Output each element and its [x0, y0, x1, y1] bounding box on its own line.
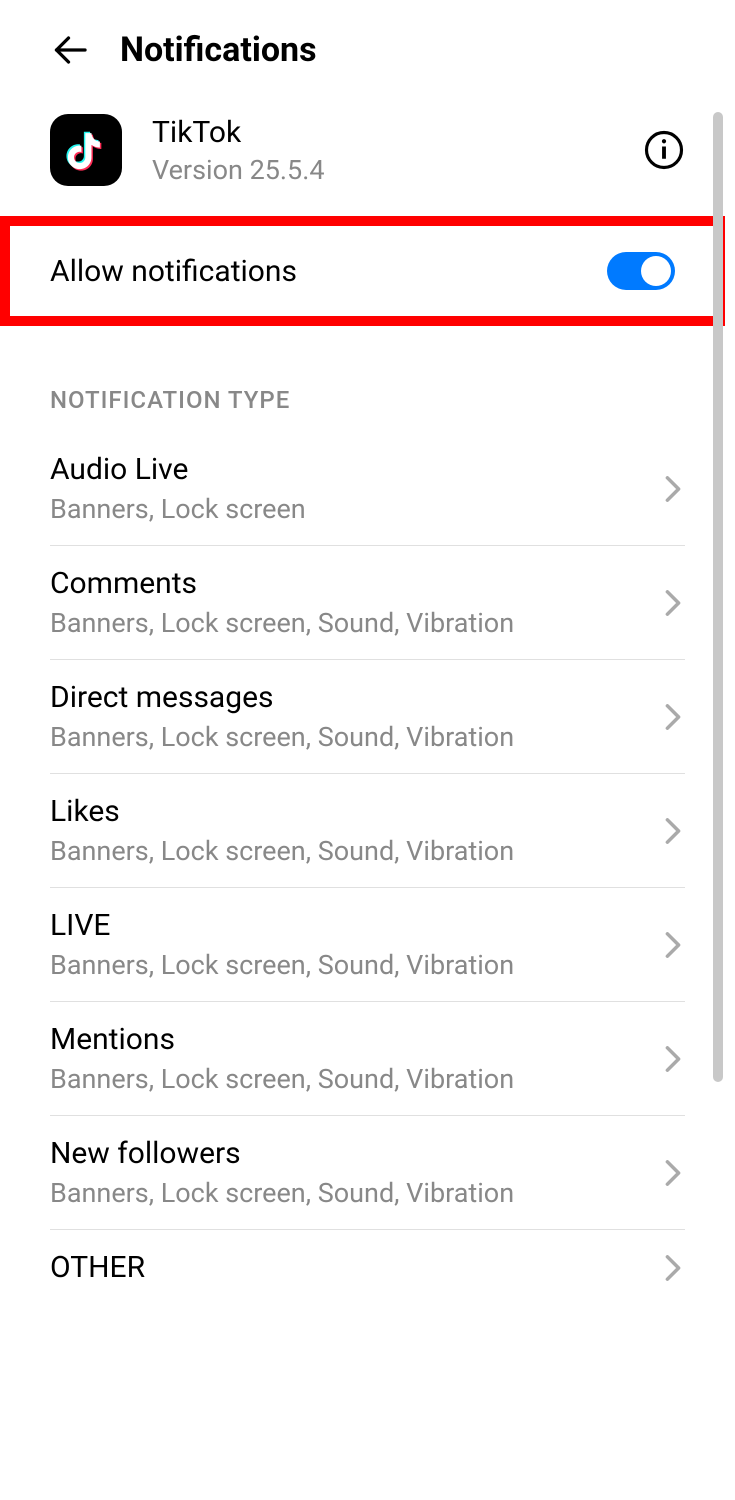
notification-type-item[interactable]: LIVE Banners, Lock screen, Sound, Vibrati… — [0, 888, 735, 1001]
list-item-title: Direct messages — [50, 680, 514, 715]
list-item-text: Likes Banners, Lock screen, Sound, Vibrat… — [50, 794, 514, 867]
list-item-text: LIVE Banners, Lock screen, Sound, Vibrati… — [50, 908, 514, 981]
list-item-text: Mentions Banners, Lock screen, Sound, Vib… — [50, 1022, 514, 1095]
scrollbar[interactable] — [713, 112, 723, 1082]
list-item-title: LIVE — [50, 908, 514, 943]
notification-type-item[interactable]: OTHER — [0, 1230, 735, 1305]
page-title: Notifications — [120, 30, 317, 70]
section-header: NOTIFICATION TYPE — [0, 326, 735, 432]
notification-type-item[interactable]: Audio Live Banners, Lock screen — [0, 432, 735, 545]
tiktok-icon — [63, 127, 109, 173]
notification-type-item[interactable]: Direct messages Banners, Lock screen, Sou… — [0, 660, 735, 773]
app-text: TikTok Version 25.5.4 — [152, 115, 613, 186]
chevron-right-icon — [661, 705, 685, 729]
list-item-title: Audio Live — [50, 452, 306, 487]
chevron-right-icon — [661, 591, 685, 615]
allow-notifications-toggle[interactable] — [607, 252, 675, 290]
list-item-title: Mentions — [50, 1022, 514, 1057]
notification-type-item[interactable]: Likes Banners, Lock screen, Sound, Vibrat… — [0, 774, 735, 887]
info-button[interactable] — [643, 129, 685, 171]
app-name: TikTok — [152, 115, 613, 150]
list-item-title: Comments — [50, 566, 514, 601]
chevron-right-icon — [661, 1256, 685, 1280]
list-item-text: Audio Live Banners, Lock screen — [50, 452, 306, 525]
chevron-right-icon — [661, 819, 685, 843]
notification-type-item[interactable]: Mentions Banners, Lock screen, Sound, Vib… — [0, 1002, 735, 1115]
info-icon — [643, 129, 685, 171]
list-item-subtitle: Banners, Lock screen, Sound, Vibration — [50, 1063, 514, 1095]
list-item-subtitle: Banners, Lock screen, Sound, Vibration — [50, 721, 514, 753]
list-item-subtitle: Banners, Lock screen, Sound, Vibration — [50, 835, 514, 867]
list-item-subtitle: Banners, Lock screen, Sound, Vibration — [50, 607, 514, 639]
toggle-knob — [641, 256, 671, 286]
header: Notifications — [0, 0, 735, 100]
arrow-left-icon — [52, 32, 88, 68]
chevron-right-icon — [661, 1161, 685, 1185]
list-item-subtitle: Banners, Lock screen — [50, 493, 306, 525]
app-icon — [50, 114, 122, 186]
list-item-text: New followers Banners, Lock screen, Sound… — [50, 1136, 514, 1209]
notification-type-item[interactable]: Comments Banners, Lock screen, Sound, Vib… — [0, 546, 735, 659]
back-button[interactable] — [50, 30, 90, 70]
chevron-right-icon — [661, 1047, 685, 1071]
list-item-subtitle: Banners, Lock screen, Sound, Vibration — [50, 949, 514, 981]
chevron-right-icon — [661, 933, 685, 957]
list-item-title: Likes — [50, 794, 514, 829]
list-item-text: Comments Banners, Lock screen, Sound, Vib… — [50, 566, 514, 639]
list-item-title: OTHER — [50, 1250, 145, 1285]
allow-notifications-row: Allow notifications — [0, 216, 725, 326]
chevron-right-icon — [661, 477, 685, 501]
notification-type-list: Audio Live Banners, Lock screen Comments Ba… — [0, 432, 735, 1305]
list-item-text: OTHER — [50, 1250, 145, 1285]
notification-type-item[interactable]: New followers Banners, Lock screen, Sound… — [0, 1116, 735, 1229]
list-item-text: Direct messages Banners, Lock screen, Sou… — [50, 680, 514, 753]
allow-notifications-label: Allow notifications — [50, 254, 297, 289]
list-item-subtitle: Banners, Lock screen, Sound, Vibration — [50, 1177, 514, 1209]
list-item-title: New followers — [50, 1136, 514, 1171]
app-version: Version 25.5.4 — [152, 154, 613, 186]
app-info-row: TikTok Version 25.5.4 — [0, 100, 735, 206]
